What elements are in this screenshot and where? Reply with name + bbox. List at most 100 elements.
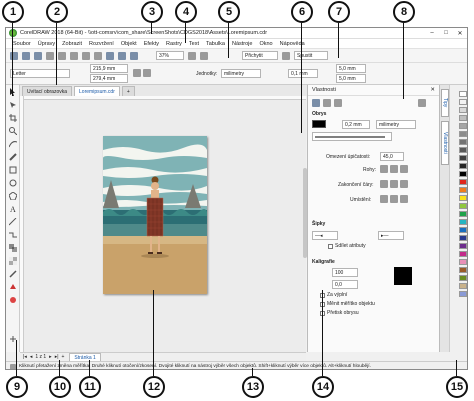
palette-swatch[interactable] xyxy=(459,275,467,281)
transparency-icon[interactable] xyxy=(9,257,17,265)
nib-shape-preview[interactable] xyxy=(394,267,412,285)
menu-table[interactable]: Tabulka xyxy=(206,41,225,47)
bevel-corner-icon[interactable] xyxy=(400,165,408,173)
tab-loremipsum[interactable]: Loremipsum.cdr xyxy=(74,86,120,96)
palette-swatch[interactable] xyxy=(459,155,467,161)
docker-close-icon[interactable]: ✕ xyxy=(430,87,435,93)
menu-text[interactable]: Text xyxy=(189,41,199,47)
overprint-outline-check[interactable]: Přetisk obrysu xyxy=(320,310,359,316)
outline-tab-icon[interactable] xyxy=(312,99,320,107)
page-width-field[interactable]: 215,9 mm xyxy=(90,64,128,73)
palette-swatch[interactable] xyxy=(459,115,467,121)
transparency-tab-icon[interactable] xyxy=(334,99,342,107)
centered-outline-icon[interactable] xyxy=(390,195,398,203)
behind-fill-check[interactable]: Za výplní xyxy=(320,292,347,298)
round-cap-icon[interactable] xyxy=(390,180,398,188)
duplicate-y-field[interactable]: 5,0 mm xyxy=(336,74,366,83)
menu-object[interactable]: Objekt xyxy=(121,41,137,47)
palette-swatch[interactable] xyxy=(459,139,467,145)
page-tab[interactable]: Stránka 1 xyxy=(69,353,101,361)
snap-to-dropdown[interactable]: Přichytit xyxy=(242,51,278,60)
miter-limit-field[interactable]: 45,0 xyxy=(380,152,404,161)
rulers-icon[interactable] xyxy=(200,51,208,60)
outline-units-dropdown[interactable]: milimetry xyxy=(376,120,416,129)
freehand-tool-icon[interactable] xyxy=(9,140,17,148)
palette-swatch[interactable] xyxy=(459,211,467,217)
page-height-field[interactable]: 279,4 mm xyxy=(90,74,128,83)
polygon-tool-icon[interactable] xyxy=(9,192,17,200)
last-page-button[interactable]: ▸| xyxy=(55,354,59,360)
palette-swatch[interactable] xyxy=(459,259,467,265)
palette-swatch[interactable] xyxy=(459,187,467,193)
square-cap-icon[interactable] xyxy=(400,180,408,188)
end-arrowhead-dropdown[interactable]: ▸— xyxy=(378,231,404,240)
previous-page-button[interactable]: ◂ xyxy=(30,354,33,360)
nudge-distance-field[interactable]: 0,1 mm xyxy=(288,69,318,78)
docker-options-icon[interactable] xyxy=(418,99,426,107)
palette-swatch[interactable] xyxy=(459,267,467,273)
palette-swatch[interactable] xyxy=(459,171,467,177)
palette-swatch[interactable] xyxy=(459,219,467,225)
palette-swatch[interactable] xyxy=(459,147,467,153)
eyedropper-icon[interactable] xyxy=(9,270,17,278)
ellipse-tool-icon[interactable] xyxy=(9,179,17,187)
paste-icon[interactable] xyxy=(70,51,78,60)
first-page-button[interactable]: |◂ xyxy=(23,354,27,360)
duplicate-x-field[interactable]: 5,0 mm xyxy=(336,64,366,73)
palette-swatch[interactable] xyxy=(459,203,467,209)
launch-dropdown[interactable]: Spustit xyxy=(294,51,328,60)
inside-outline-icon[interactable] xyxy=(400,195,408,203)
palette-swatch[interactable] xyxy=(459,195,467,201)
palette-swatch[interactable] xyxy=(459,291,467,297)
stretch-field[interactable]: 100 xyxy=(332,268,358,277)
export-icon[interactable] xyxy=(118,51,126,60)
units-dropdown[interactable]: milimetry xyxy=(221,69,261,78)
save-icon[interactable] xyxy=(34,51,42,60)
palette-swatch[interactable] xyxy=(459,163,467,169)
palette-swatch[interactable] xyxy=(459,179,467,185)
palette-swatch[interactable] xyxy=(459,107,467,113)
palette-swatch[interactable] xyxy=(459,227,467,233)
menu-view[interactable]: Zobrazit xyxy=(62,41,82,47)
share-attributes-check[interactable]: Sdílet atributy xyxy=(328,243,366,249)
artistic-media-icon[interactable] xyxy=(9,153,17,161)
connector-tool-icon[interactable] xyxy=(9,231,17,239)
landscape-icon[interactable] xyxy=(143,69,151,77)
portrait-icon[interactable] xyxy=(133,69,141,77)
menu-bitmaps[interactable]: Rastry xyxy=(166,41,182,47)
palette-swatch[interactable] xyxy=(459,99,467,105)
publish-pdf-icon[interactable] xyxy=(130,51,138,60)
redo-icon[interactable] xyxy=(94,51,102,60)
menu-window[interactable]: Okno xyxy=(259,41,272,47)
interactive-fill-icon[interactable] xyxy=(9,283,17,291)
zoom-tool-icon[interactable] xyxy=(9,127,17,135)
share-attributes-checkbox[interactable] xyxy=(328,243,333,249)
copy-icon[interactable] xyxy=(58,51,66,60)
tab-welcome-screen[interactable]: Uvítací obrazovka xyxy=(22,86,73,96)
palette-swatch[interactable] xyxy=(459,131,467,137)
close-button[interactable]: ✕ xyxy=(453,30,467,37)
import-icon[interactable] xyxy=(106,51,114,60)
add-page-button[interactable]: + xyxy=(62,354,65,360)
crop-tool-icon[interactable] xyxy=(9,114,17,122)
palette-swatch[interactable] xyxy=(459,123,467,129)
outline-color-swatch[interactable] xyxy=(312,120,326,128)
shape-tool-icon[interactable] xyxy=(9,101,17,109)
zoom-level-field[interactable]: 37% xyxy=(156,51,184,60)
new-tab-button[interactable]: + xyxy=(121,86,135,96)
menu-effects[interactable]: Efekty xyxy=(144,41,159,47)
paper-size-dropdown[interactable]: Letter xyxy=(10,69,70,78)
drop-shadow-icon[interactable] xyxy=(9,244,17,252)
palette-swatch[interactable] xyxy=(459,283,467,289)
minimize-button[interactable]: – xyxy=(425,30,439,37)
scale-with-object-check[interactable]: Měnit měřítko objektu xyxy=(320,301,375,307)
full-screen-icon[interactable] xyxy=(188,51,196,60)
options-gear-icon[interactable] xyxy=(282,51,290,60)
palette-swatch[interactable] xyxy=(459,235,467,241)
maximize-button[interactable]: □ xyxy=(439,30,453,37)
start-arrowhead-dropdown[interactable]: —◂ xyxy=(312,231,338,240)
next-page-button[interactable]: ▸ xyxy=(49,354,52,360)
smart-fill-icon[interactable] xyxy=(9,296,17,304)
parallel-dimension-icon[interactable] xyxy=(9,218,17,226)
butt-cap-icon[interactable] xyxy=(380,180,388,188)
